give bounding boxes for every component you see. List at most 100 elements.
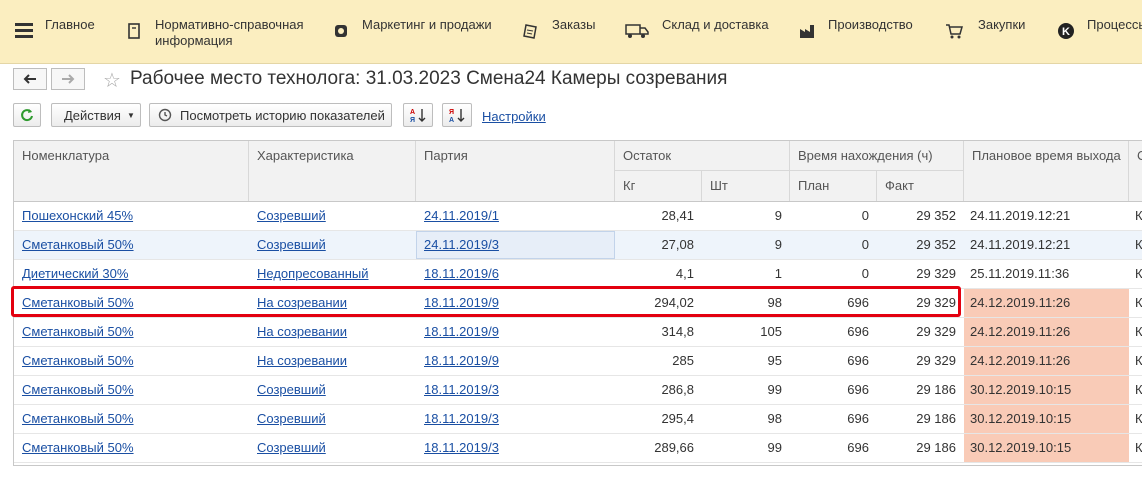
orders-icon [522,22,540,40]
cell-pcs: 98 [767,411,782,426]
col-header-extra[interactable]: С [1129,141,1142,201]
col-header-plan[interactable]: План [790,171,877,201]
col-header-nomenclature-label: Номенклатура [22,148,110,163]
cell-batch[interactable]: 18.11.2019/6 [416,260,615,288]
arrow-right-icon [62,74,75,84]
cell-characteristic[interactable]: На созревании [249,347,416,375]
col-header-remainder[interactable]: Остаток Кг Шт [615,141,790,201]
cell-batch[interactable]: 18.11.2019/3 [416,405,615,433]
table-row[interactable]: Диетический 30% Недопресованный 18.11.2019… [14,260,1142,289]
cell-pcs: 9 [774,237,782,252]
cell-extra: К [1135,295,1142,310]
cell-characteristic[interactable]: Недопресованный [249,260,416,288]
cell-characteristic[interactable]: Созревший [249,202,416,230]
table-row[interactable]: Сметанковый 50% Созревший 18.11.2019/3 289,… [14,434,1142,463]
col-header-nomenclature[interactable]: Номенклатура [14,141,249,201]
cell-batch[interactable]: 18.11.2019/3 [416,434,615,462]
cell-kg: 289,66 [654,440,694,455]
cell-extra: К [1135,440,1142,455]
marketing-icon [332,22,350,40]
cell-extra: К [1135,266,1142,281]
cell-fact: 29 186 [916,440,956,455]
table-row[interactable]: Пошехонский 45% Созревший 24.11.2019/1 28,4… [14,202,1142,231]
cell-kg: 285 [672,353,694,368]
cell-characteristic[interactable]: На созревании [249,318,416,346]
cell-fact: 29 352 [916,208,956,223]
table-row[interactable]: Сметанковый 50% Созревший 18.11.2019/3 295,… [14,405,1142,434]
menu-main-label: Главное [45,17,95,32]
sort-descending-icon: Я А [449,109,465,123]
col-header-characteristic-label: Характеристика [257,148,354,163]
col-header-fact[interactable]: Факт [877,171,964,201]
refresh-button[interactable] [13,103,41,127]
main-menu-bar: Главное Нормативно-справочная информация… [0,0,1142,64]
col-header-pcs[interactable]: Шт [702,171,790,201]
favorite-star-icon[interactable]: ☆ [103,68,121,93]
cell-characteristic[interactable]: Созревший [249,231,416,259]
cell-batch[interactable]: 24.11.2019/3 [416,231,615,259]
cell-nomenclature[interactable]: Диетический 30% [14,260,249,288]
col-header-batch[interactable]: Партия [416,141,615,201]
cell-extra: К [1135,237,1142,252]
col-header-time-label: Время нахождения (ч) [798,148,933,163]
col-header-characteristic[interactable]: Характеристика [249,141,416,201]
col-header-kg[interactable]: Кг [615,171,702,201]
menu-purchases-label: Закупки [978,17,1026,32]
col-header-plan-label: План [798,178,830,193]
col-header-planned-exit[interactable]: Плановое время выхода [964,141,1129,201]
table-row[interactable]: Сметанковый 50% На созревании 18.11.2019/9… [14,347,1142,376]
actions-dropdown[interactable]: Действия ▼ [51,103,141,127]
cell-pcs: 1 [774,266,782,281]
cell-nomenclature[interactable]: Сметанковый 50% [14,434,249,462]
sort-ascending-button[interactable]: А Я [403,103,433,127]
cell-kg: 28,41 [661,208,694,223]
cell-nomenclature[interactable]: Пошехонский 45% [14,202,249,230]
processes-icon: K [1057,22,1075,40]
sort-descending-button[interactable]: Я А [442,103,472,127]
forward-button[interactable] [51,68,85,90]
cell-plan: 696 [847,411,869,426]
cell-fact: 29 329 [916,324,956,339]
cell-extra: К [1135,353,1142,368]
cell-batch[interactable]: 18.11.2019/3 [416,376,615,404]
col-header-time[interactable]: Время нахождения (ч) План Факт [790,141,964,201]
cell-planned-exit: 24.12.2019.11:26 [964,318,1129,346]
cell-pcs: 9 [774,208,782,223]
cell-kg: 4,1 [675,266,694,281]
menu-reference-info-line2: информация [155,33,233,48]
cell-batch[interactable]: 24.11.2019/1 [416,202,615,230]
view-history-button[interactable]: Посмотреть историю показателей [149,103,392,127]
hamburger-menu-icon[interactable] [15,23,33,41]
cell-plan: 696 [847,440,869,455]
table-row[interactable]: Сметанковый 50% Созревший 18.11.2019/3 286,… [14,376,1142,405]
table-row[interactable]: Сметанковый 50% Созревший 24.11.2019/3 27,0… [14,231,1142,260]
col-header-planned-exit-label: Плановое время выхода [972,148,1121,163]
refresh-icon [21,109,33,122]
cell-planned-exit: 30.12.2019.10:15 [964,405,1129,433]
cell-nomenclature[interactable]: Сметанковый 50% [14,347,249,375]
cell-nomenclature[interactable]: Сметанковый 50% [14,405,249,433]
cell-fact: 29 329 [916,353,956,368]
cell-characteristic[interactable]: Созревший [249,434,416,462]
cell-planned-exit: 30.12.2019.10:15 [964,434,1129,462]
truck-icon [625,22,649,40]
col-header-pcs-label: Шт [710,178,728,193]
arrow-left-icon [23,74,36,84]
cell-nomenclature[interactable]: Сметанковый 50% [14,318,249,346]
table-row[interactable]: Сметанковый 50% На созревании 18.11.2019/9… [14,318,1142,347]
col-header-remainder-label: Остаток [623,148,672,163]
cell-pcs: 95 [767,353,782,368]
view-history-label: Посмотреть историю показателей [180,107,385,123]
col-header-batch-label: Партия [424,148,468,163]
dropdown-arrow-icon: ▼ [126,110,135,120]
settings-link[interactable]: Настройки [482,109,546,124]
back-button[interactable] [13,68,47,90]
cell-pcs: 99 [767,440,782,455]
cell-batch[interactable]: 18.11.2019/9 [416,347,615,375]
cell-nomenclature[interactable]: Сметанковый 50% [14,376,249,404]
cell-characteristic[interactable]: Созревший [249,405,416,433]
cell-characteristic[interactable]: Созревший [249,376,416,404]
cell-nomenclature[interactable]: Сметанковый 50% [14,231,249,259]
cell-batch[interactable]: 18.11.2019/9 [416,318,615,346]
cell-plan: 0 [861,208,869,223]
